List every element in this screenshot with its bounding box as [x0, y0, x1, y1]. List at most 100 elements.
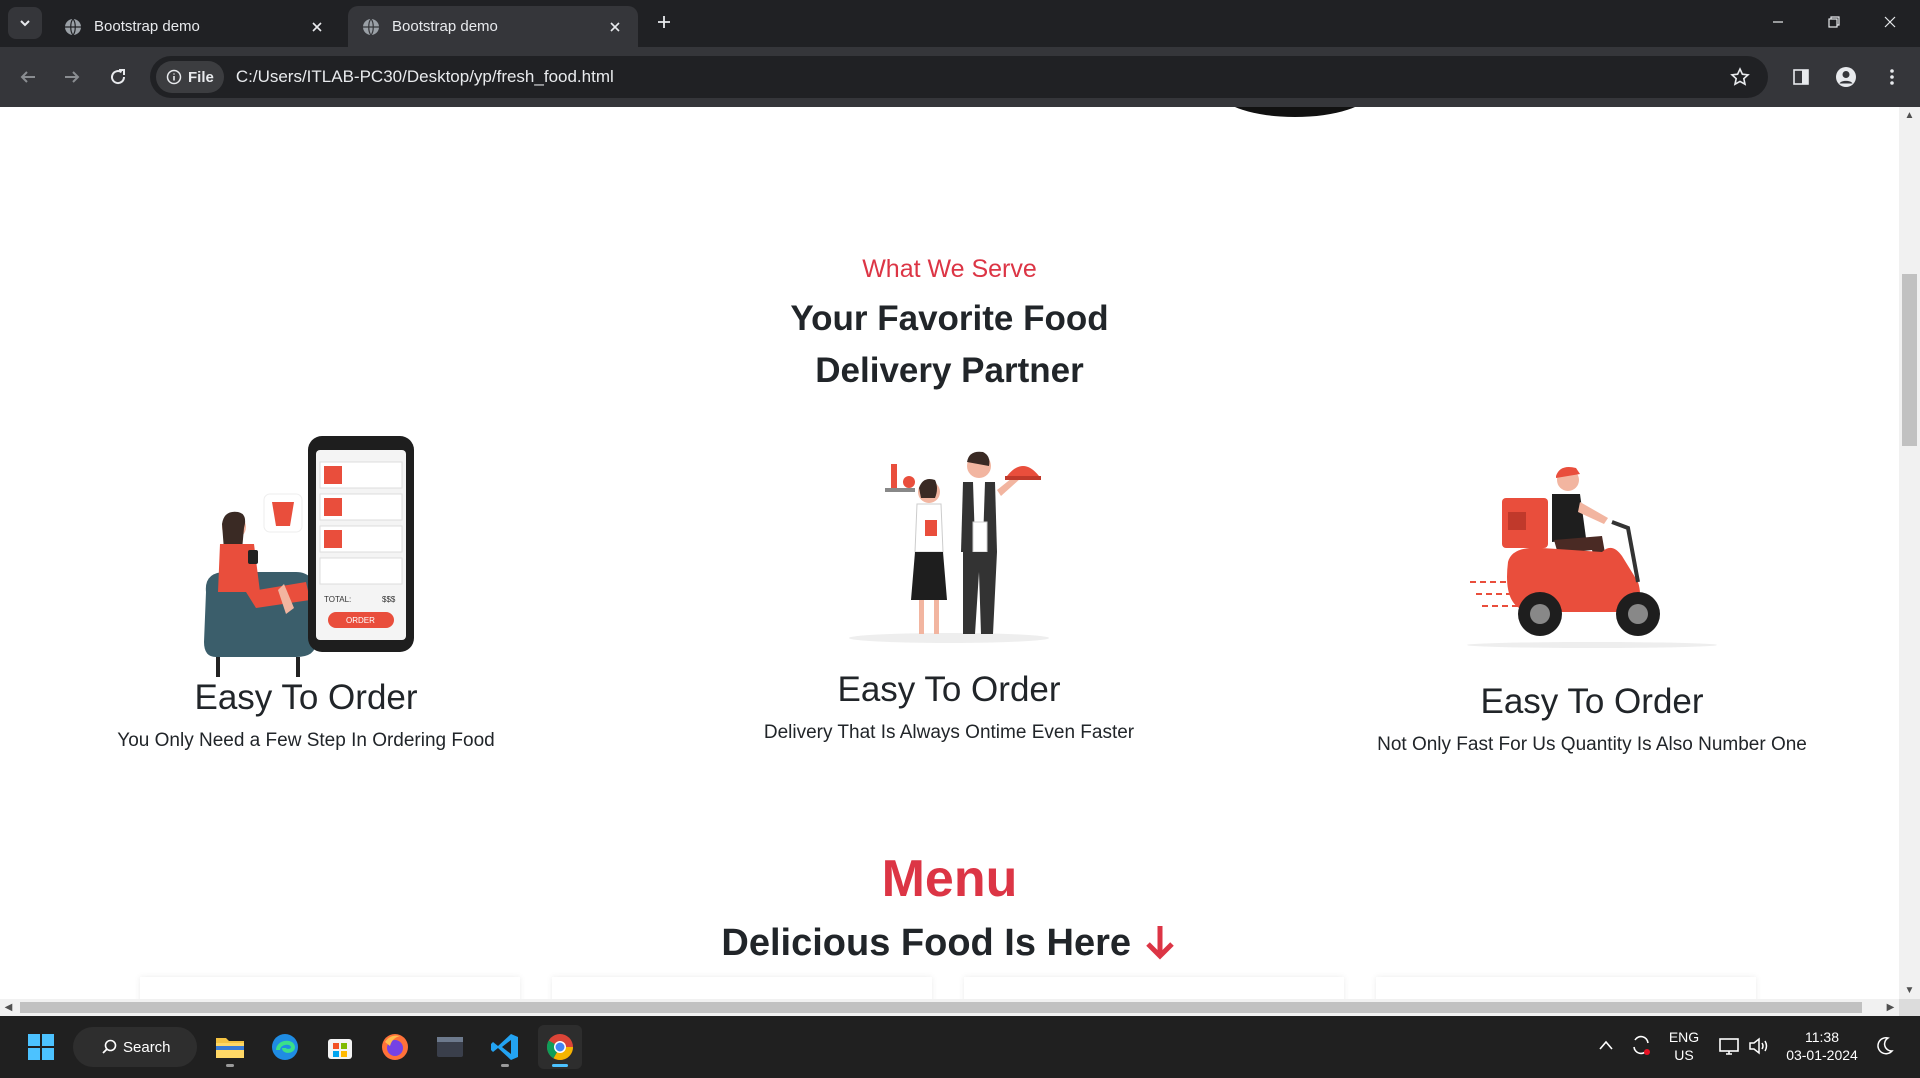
profile-button[interactable] [1828, 59, 1864, 95]
tab-bootstrap-demo-2[interactable]: Bootstrap demo [348, 6, 638, 47]
restore-button[interactable] [1806, 0, 1862, 44]
star-icon [1730, 67, 1750, 86]
page-viewport: What We Serve Your Favorite Food Deliver… [0, 107, 1899, 999]
arrow-left-icon [20, 71, 35, 83]
url-text[interactable]: C:/Users/ITLAB-PC30/Desktop/yp/fresh_foo… [236, 67, 1722, 87]
scroll-down-arrow[interactable]: ▼ [1899, 982, 1920, 999]
taskbar-vscode[interactable] [483, 1025, 527, 1069]
vertical-scrollbar[interactable]: ▲ ▼ [1899, 107, 1920, 999]
tab-title: Bootstrap demo [94, 18, 200, 35]
close-icon [1884, 16, 1896, 28]
waiters-illustration [849, 451, 1049, 643]
minimize-button[interactable] [1750, 0, 1806, 44]
close-window-button[interactable] [1862, 0, 1918, 44]
vertical-scroll-thumb[interactable] [1902, 274, 1917, 446]
search-icon [102, 1039, 117, 1054]
scroll-up-arrow[interactable]: ▲ [1899, 107, 1920, 124]
close-tab-icon[interactable] [308, 18, 326, 36]
back-button[interactable] [10, 59, 46, 95]
clock-date: 03-01-2024 [1786, 1047, 1858, 1063]
service-card-quantity: Easy To Order Not Only Fast For Us Quant… [1332, 462, 1852, 756]
taskbar-firefox[interactable] [373, 1025, 417, 1069]
active-indicator [552, 1064, 568, 1067]
tab-search-button[interactable] [8, 7, 42, 39]
language-indicator[interactable]: ENG US [1666, 1028, 1702, 1064]
chrome-icon [546, 1034, 574, 1061]
site-info-chip[interactable]: File [156, 61, 224, 93]
running-indicator [226, 1064, 234, 1067]
service-card-delivery: Easy To Order Delivery That Is Always On… [689, 442, 1209, 744]
browser-tab-bar: Bootstrap demo Bootstrap demo [0, 0, 1920, 47]
card-text: Delivery That Is Always Ontime Even Fast… [763, 722, 1135, 743]
menu-item-card[interactable] [964, 977, 1344, 999]
show-hidden-icons-button[interactable] [1598, 1038, 1614, 1056]
section-heading-line1: Your Favorite Food [790, 299, 1109, 338]
menu-item-card[interactable] [140, 977, 520, 999]
taskbar-file-explorer[interactable] [208, 1025, 252, 1069]
taskbar-chrome[interactable] [538, 1025, 582, 1069]
phone-order-button-label: ORDER [346, 616, 375, 625]
menu-subheading-text: Delicious Food Is Here [721, 922, 1132, 964]
volume-button[interactable] [1748, 1036, 1770, 1061]
start-button[interactable] [19, 1025, 63, 1069]
info-icon [166, 69, 182, 85]
sync-status-button[interactable] [1630, 1034, 1652, 1061]
menu-item-card[interactable] [1376, 977, 1756, 999]
profile-icon [1836, 67, 1856, 87]
restore-icon [1828, 16, 1840, 28]
close-tab-icon[interactable] [606, 18, 624, 36]
arrow-down-icon [1145, 926, 1174, 960]
store-icon [328, 1039, 352, 1059]
moon-icon [1877, 1036, 1894, 1055]
order-on-phone-illustration: TOTAL: $$$ ORDER [204, 436, 414, 677]
horizontal-scroll-thumb[interactable] [20, 1002, 1862, 1013]
tab-bootstrap-demo-1[interactable]: Bootstrap demo [50, 6, 340, 47]
taskbar-store[interactable] [318, 1025, 362, 1069]
address-bar[interactable]: File C:/Users/ITLAB-PC30/Desktop/yp/fres… [150, 56, 1768, 98]
folder-icon [216, 1038, 244, 1058]
taskbar-terminal-app[interactable] [428, 1025, 472, 1069]
taskbar-search-label: Search [123, 1038, 171, 1056]
notifications-button[interactable] [1876, 1036, 1894, 1061]
section-heading-line2: Delivery Partner [815, 351, 1084, 390]
reload-button[interactable] [100, 59, 136, 95]
vscode-icon [491, 1034, 518, 1060]
menu-item-card[interactable] [552, 977, 932, 999]
windows-taskbar: Search ENG US 11:38 03-01-2024 [0, 1016, 1920, 1078]
menu-subheading: Delicious Food Is Here [0, 922, 1899, 965]
section-subheading: What We Serve [862, 255, 1037, 283]
card-title: Easy To Order [837, 670, 1061, 709]
speaker-icon [1749, 1037, 1768, 1055]
minimize-icon [1773, 21, 1783, 23]
clock[interactable]: 11:38 03-01-2024 [1780, 1028, 1864, 1064]
browser-menu-button[interactable] [1874, 59, 1910, 95]
card-title: Easy To Order [1480, 682, 1704, 721]
network-button[interactable] [1718, 1036, 1740, 1061]
clock-time: 11:38 [1805, 1029, 1839, 1045]
windows-logo-icon [28, 1034, 54, 1060]
previous-section-image-edge [1220, 107, 1370, 117]
kebab-menu-icon [1890, 69, 1894, 85]
new-tab-button[interactable] [650, 8, 678, 36]
side-panel-button[interactable] [1783, 59, 1819, 95]
card-text: You Only Need a Few Step In Ordering Foo… [117, 730, 495, 751]
browser-toolbar: File C:/Users/ITLAB-PC30/Desktop/yp/fres… [0, 47, 1920, 107]
scrollbar-corner [1899, 999, 1920, 1016]
firefox-icon [382, 1034, 408, 1060]
scroll-left-arrow[interactable]: ◀ [0, 999, 17, 1016]
plus-icon [658, 16, 670, 28]
chevron-down-icon [20, 20, 30, 27]
taskbar-search[interactable]: Search [73, 1027, 197, 1067]
reload-icon [111, 69, 126, 85]
forward-button[interactable] [54, 59, 90, 95]
network-icon [1719, 1038, 1739, 1055]
bookmark-star-button[interactable] [1722, 59, 1758, 95]
menu-heading: Menu [881, 850, 1018, 908]
taskbar-edge[interactable] [263, 1025, 307, 1069]
arrow-right-icon [65, 71, 80, 83]
language-code: ENG [1668, 1029, 1700, 1045]
horizontal-scrollbar[interactable]: ◀ ▶ [0, 999, 1899, 1016]
edge-browser-icon [272, 1034, 298, 1060]
card-title: Easy To Order [194, 678, 418, 717]
scroll-right-arrow[interactable]: ▶ [1882, 999, 1899, 1016]
